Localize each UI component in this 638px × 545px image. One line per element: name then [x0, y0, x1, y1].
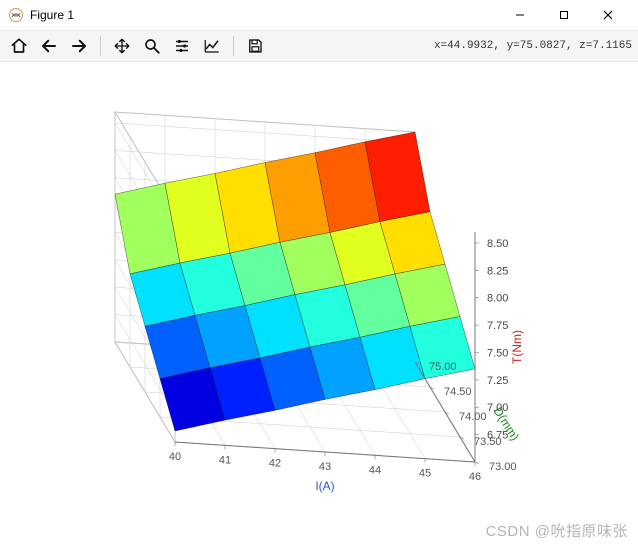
svg-text:40: 40 [169, 451, 181, 463]
pan-button[interactable] [109, 33, 135, 59]
svg-text:7.00: 7.00 [487, 402, 508, 414]
zoom-button[interactable] [139, 33, 165, 59]
window-titlebar: Figure 1 [0, 0, 638, 31]
svg-text:7.75: 7.75 [487, 320, 508, 332]
svg-text:8.50: 8.50 [487, 238, 508, 250]
plot-canvas[interactable]: 40414243444546I(A)73.0073.5074.0074.5075… [0, 62, 638, 545]
coord-readout: x=44.9932, y=75.0827, z=7.1165 [434, 40, 632, 52]
svg-text:43: 43 [319, 461, 331, 473]
edit-axis-button[interactable] [199, 33, 225, 59]
minimize-button[interactable] [498, 0, 542, 30]
back-button[interactable] [36, 33, 62, 59]
home-icon [10, 37, 28, 55]
svg-text:7.50: 7.50 [487, 347, 508, 359]
minimize-icon [515, 10, 525, 20]
svg-text:8.00: 8.00 [487, 293, 508, 305]
app-icon [8, 7, 24, 23]
close-icon [603, 10, 613, 20]
chart-line-icon [203, 37, 221, 55]
save-button[interactable] [242, 33, 268, 59]
svg-text:44: 44 [369, 464, 381, 476]
home-button[interactable] [6, 33, 32, 59]
maximize-icon [559, 10, 569, 20]
svg-text:6.75: 6.75 [487, 430, 508, 442]
svg-text:74.50: 74.50 [444, 386, 472, 398]
zoom-icon [143, 37, 161, 55]
svg-text:42: 42 [269, 458, 281, 470]
svg-text:45: 45 [419, 468, 431, 480]
svg-text:41: 41 [219, 454, 231, 466]
svg-text:74.00: 74.00 [459, 411, 487, 423]
arrow-left-icon [40, 37, 58, 55]
z-axis-label: T(Nm) [510, 330, 524, 364]
svg-text:75.00: 75.00 [429, 361, 457, 373]
svg-text:46: 46 [469, 471, 481, 483]
svg-text:8.25: 8.25 [487, 265, 508, 277]
toolbar-separator [233, 36, 234, 56]
arrow-right-icon [70, 37, 88, 55]
toolbar-separator [100, 36, 101, 56]
maximize-button[interactable] [542, 0, 586, 30]
matplotlib-toolbar: x=44.9932, y=75.0827, z=7.1165 [0, 31, 638, 62]
move-icon [113, 37, 131, 55]
close-button[interactable] [586, 0, 630, 30]
forward-button[interactable] [66, 33, 92, 59]
window-title: Figure 1 [30, 8, 74, 22]
sliders-icon [173, 37, 191, 55]
configure-subplots-button[interactable] [169, 33, 195, 59]
x-axis-label: I(A) [315, 479, 334, 493]
svg-text:7.25: 7.25 [487, 375, 508, 387]
svg-text:73.00: 73.00 [489, 461, 517, 473]
save-icon [246, 37, 264, 55]
